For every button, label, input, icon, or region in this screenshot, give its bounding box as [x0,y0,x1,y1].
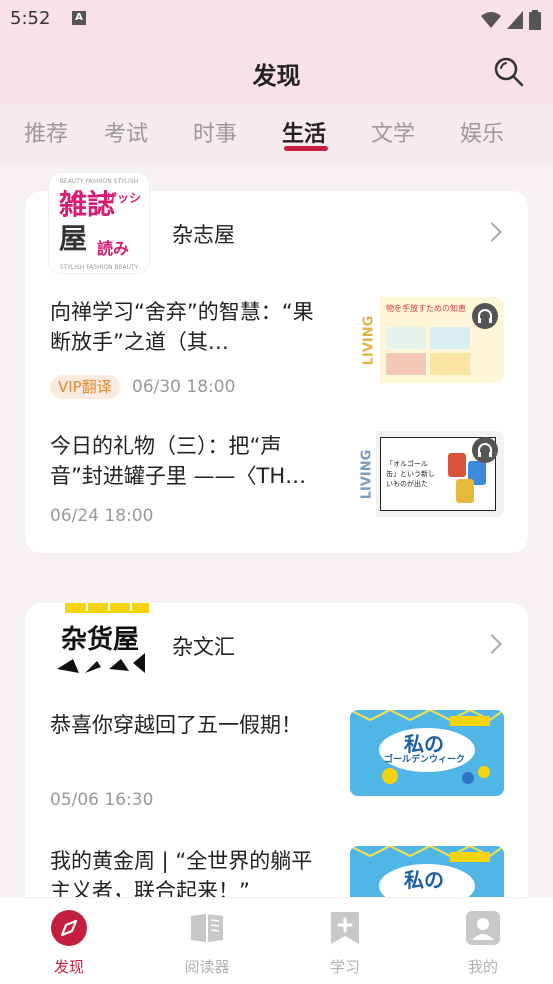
section-title[interactable]: 杂文汇 [172,631,235,661]
tab-literature[interactable]: 文学 [371,116,415,148]
compass-icon [51,910,87,946]
active-tab-indicator [284,146,328,151]
article-title[interactable]: 向禅学习“舍弃”的智慧：“果断放手”之道（其… [50,297,330,357]
tab-news[interactable]: 时事 [193,116,237,148]
nav-profile[interactable]: 我的 [443,910,523,977]
logo-kana: ザッシ [105,191,142,205]
nav-study[interactable]: 学习 [305,910,385,977]
thumb-panel [386,353,426,375]
svg-text:STYLISH FASHION BEAUTY: STYLISH FASHION BEAUTY [60,264,139,271]
thumb-caption: ゴールデンウィーク [384,755,466,765]
page-title: 发现 [252,62,301,90]
book-icon [191,914,223,942]
bookmark-plus-icon [331,912,359,944]
nav-discover[interactable]: 发现 [29,910,109,977]
article-date: 06/24 18:00 [50,506,154,526]
battery-icon [529,10,541,30]
search-icon[interactable] [493,56,525,88]
logo-main-text: 杂货屋 [61,625,140,655]
category-tabs: 推荐 考试 时事 生活 文学 娱乐 [0,104,553,164]
thumb-caption: 「オルゴール缶」という新しいものが出た [386,460,435,488]
article-title[interactable]: 今日的礼物（三）：把“声音”封进罐子里 ——〈TH… [50,431,330,491]
thumb-title: 私の [404,868,444,892]
thumb-living-text: LIVING [359,449,375,500]
section-card-magazine: BEAUTY FASHION STYLISH STYLISH FASHION B… [25,173,528,553]
wifi-icon [481,12,501,28]
headphones-icon [472,437,498,463]
logo-kana2: 読み [97,239,130,258]
status-bar: 5:52 A [0,0,553,38]
a-letter-icon: A [72,11,86,25]
tab-entertainment[interactable]: 娱乐 [460,116,504,148]
system-icons [481,10,541,30]
svg-text:BEAUTY FASHION STYLISH: BEAUTY FASHION STYLISH [60,178,138,185]
status-time: 5:52 [10,8,51,29]
nav-label: 学习 [329,958,360,976]
nav-label: 阅读器 [184,958,230,976]
thumb-panel [386,327,426,349]
article-thumbnail[interactable]: LIVING 「オルゴール缶」という新しいものが出た [350,431,504,517]
thumb-living-text: LIVING [361,315,377,366]
chevron-right-icon[interactable] [482,634,502,654]
thumb-panel [430,327,470,349]
section-card-essays: 杂货屋 杂文汇 恭喜你穿越回了五一假期！ 05/06 16:30 私の ゴールデ… [25,603,528,923]
chevron-right-icon[interactable] [482,222,502,242]
tab-recommend[interactable]: 推荐 [24,116,68,148]
thumb-can [448,453,466,477]
thumb-caption: 物を手放すための知恵 [386,304,466,313]
app-header: 发现 [0,38,553,104]
magazine-logo[interactable]: BEAUTY FASHION STYLISH STYLISH FASHION B… [49,173,149,273]
nav-label: 我的 [467,958,498,976]
bottom-nav: 发现 阅读器 学习 我的 [0,897,553,984]
nav-label: 发现 [53,958,84,976]
nav-reader[interactable]: 阅读器 [167,910,247,977]
essays-logo[interactable]: 杂货屋 [49,603,149,683]
article-thumbnail[interactable]: 私の ゴールデンウィーク [350,710,504,796]
profile-icon [466,911,500,945]
thumb-can [456,479,474,503]
article-thumbnail[interactable]: LIVING 物を手放すための知恵 [350,297,504,383]
article-title[interactable]: 恭喜你穿越回了五一假期！ [50,710,330,740]
article-date: 06/30 18:00 [132,377,236,397]
vip-badge: VIP翻译 [50,375,120,399]
signal-icon [507,11,523,29]
tab-life[interactable]: 生活 [282,116,326,148]
thumb-panel [430,353,470,375]
logo-sub-text: 屋 [59,222,88,255]
article-date: 05/06 16:30 [50,790,154,810]
section-title[interactable]: 杂志屋 [172,219,235,249]
tab-exam[interactable]: 考试 [104,116,148,148]
headphones-icon [472,303,498,329]
